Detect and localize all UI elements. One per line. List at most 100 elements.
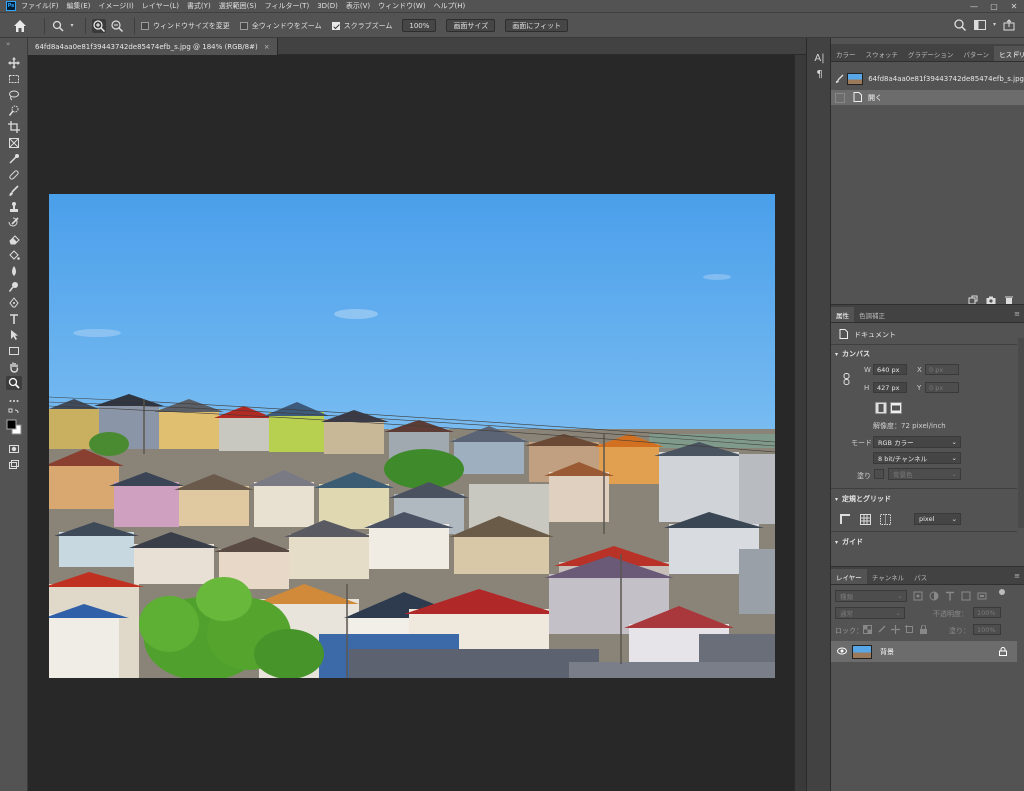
swap-colors-icon[interactable] (6, 408, 22, 416)
zoom-tool-icon[interactable] (6, 376, 22, 390)
zoom-out-icon[interactable] (110, 19, 124, 33)
screen-mode-icon[interactable] (6, 458, 22, 472)
height-field[interactable]: 427 px (873, 382, 907, 393)
menu-select[interactable]: 選択範囲(S) (219, 1, 257, 11)
lock-image-icon[interactable] (877, 625, 886, 634)
scrubby-zoom-checkbox[interactable]: スクラブズーム (331, 21, 392, 31)
close-tab-icon[interactable]: × (264, 43, 270, 51)
orientation-portrait-icon[interactable] (875, 402, 887, 416)
minimize-button[interactable]: — (964, 0, 984, 13)
checkbox-box[interactable] (239, 21, 248, 30)
eyedropper-tool-icon[interactable] (6, 152, 22, 166)
tab-channels[interactable]: チャンネル (867, 569, 909, 584)
menu-help[interactable]: ヘルプ(H) (434, 1, 466, 11)
guides-section-header[interactable]: ▾ ガイド (835, 537, 863, 547)
history-state-open[interactable]: 開く (831, 90, 1024, 105)
fill-swatch[interactable] (874, 469, 884, 479)
document-image[interactable] (49, 194, 775, 678)
bit-depth-dropdown[interactable]: 8 bit/チャンネル ⌄ (873, 452, 961, 464)
paragraph-panel-icon[interactable]: ¶ (813, 68, 826, 81)
blend-mode-dropdown[interactable]: 通常 ⌄ (835, 607, 905, 619)
filter-adjustment-icon[interactable] (929, 591, 939, 601)
history-brush-tool-icon[interactable] (6, 216, 22, 230)
zoom-all-windows-checkbox[interactable]: 全ウィンドウをズーム (239, 21, 322, 31)
lock-artboard-icon[interactable] (905, 625, 914, 634)
tab-layers[interactable]: レイヤー (831, 569, 867, 584)
ruler-unit-dropdown[interactable]: pixel ⌄ (914, 513, 961, 525)
menu-window[interactable]: ウィンドウ(W) (378, 1, 425, 11)
checkbox-box[interactable] (141, 21, 149, 30)
close-window-button[interactable]: ✕ (1004, 0, 1024, 13)
path-selection-tool-icon[interactable] (6, 328, 22, 342)
home-icon[interactable] (12, 18, 28, 34)
width-field[interactable]: 640 px (873, 364, 907, 375)
panel-scrollbar[interactable] (1018, 338, 1024, 528)
dodge-tool-icon[interactable] (6, 280, 22, 294)
layer-row-background[interactable]: 背景 (831, 641, 1017, 662)
foreground-background-color-icon[interactable] (6, 418, 22, 438)
visibility-eye-icon[interactable] (837, 647, 847, 657)
panel-menu-icon[interactable]: ≡ (1014, 49, 1020, 57)
rectangle-tool-icon[interactable] (6, 344, 22, 358)
menu-type[interactable]: 書式(Y) (187, 1, 211, 11)
grid-icon[interactable] (860, 514, 871, 527)
menu-image[interactable]: イメージ(I) (98, 1, 133, 11)
opacity-field[interactable]: 100% (973, 607, 1001, 618)
filter-shape-icon[interactable] (961, 591, 971, 601)
guides-icon[interactable] (880, 514, 891, 527)
tab-adjustments[interactable]: 色調補正 (854, 307, 890, 322)
quick-mask-icon[interactable] (6, 442, 22, 456)
maximize-button[interactable]: ▢ (984, 0, 1004, 13)
menu-file[interactable]: ファイル(F) (21, 1, 59, 11)
lock-all-icon[interactable] (919, 625, 928, 634)
menu-view[interactable]: 表示(V) (346, 1, 370, 11)
resize-windows-checkbox[interactable]: ウィンドウサイズを変更 (141, 21, 230, 31)
eraser-tool-icon[interactable] (6, 232, 22, 246)
chevron-down-icon[interactable]: ▾ (69, 19, 75, 33)
layer-lock-icon[interactable] (999, 647, 1007, 658)
lock-position-icon[interactable] (891, 625, 900, 634)
tab-patterns[interactable]: パターン (958, 46, 994, 61)
pen-tool-icon[interactable] (6, 296, 22, 310)
panel-grip-icon[interactable]: » (6, 40, 10, 48)
menu-3d[interactable]: 3D(D) (317, 2, 338, 10)
fill-field[interactable]: 100% (973, 624, 1001, 635)
tab-paths[interactable]: パス (909, 569, 932, 584)
orientation-landscape-icon[interactable] (890, 402, 902, 416)
crop-tool-icon[interactable] (6, 120, 22, 134)
menu-edit[interactable]: 編集(E) (67, 1, 91, 11)
menu-filter[interactable]: フィルター(T) (265, 1, 310, 11)
link-icon[interactable] (843, 373, 850, 387)
mode-dropdown[interactable]: RGB カラー ⌄ (873, 436, 961, 448)
filter-smart-object-icon[interactable] (977, 591, 987, 601)
search-icon[interactable] (953, 18, 967, 34)
tab-gradients[interactable]: グラデーション (903, 46, 958, 61)
tab-color[interactable]: カラー (831, 46, 861, 61)
blur-tool-icon[interactable] (6, 264, 22, 278)
rulers-icon[interactable] (840, 514, 851, 527)
checkbox-box-checked[interactable] (331, 21, 340, 30)
canvas-vertical-scrollbar[interactable] (794, 55, 806, 791)
fill-dropdown[interactable]: 背景色 ⌄ (888, 468, 961, 480)
filter-pixel-icon[interactable] (913, 591, 923, 601)
fit-screen-button[interactable]: 画面にフィット (505, 19, 569, 32)
history-snapshot[interactable]: 64fd8a4aa0e81f39443742de85474efb_s.jpg (831, 68, 1024, 90)
zoom-tool-preset-icon[interactable] (51, 19, 65, 33)
healing-brush-tool-icon[interactable] (6, 168, 22, 182)
x-field[interactable]: 0 px (925, 364, 959, 375)
workspace-icon[interactable] (973, 18, 987, 34)
more-tools-icon[interactable] (6, 394, 22, 408)
y-field[interactable]: 0 px (925, 382, 959, 393)
character-panel-icon[interactable]: A| (813, 52, 826, 65)
tab-properties[interactable]: 属性 (831, 307, 854, 322)
fit-size-button[interactable]: 画面サイズ (446, 19, 496, 32)
filter-type-icon[interactable] (945, 591, 955, 601)
history-brush-source-icon[interactable] (835, 74, 844, 85)
chevron-down-icon[interactable]: ▾ (993, 18, 996, 34)
document-tab[interactable]: 64fd8a4aa0e81f39443742de85474efb_s.jpg @… (28, 38, 278, 55)
clone-stamp-tool-icon[interactable] (6, 200, 22, 214)
brush-tool-icon[interactable] (6, 184, 22, 198)
hand-tool-icon[interactable] (6, 360, 22, 374)
zoom-100-button[interactable]: 100% (402, 19, 437, 32)
quick-selection-tool-icon[interactable] (6, 104, 22, 118)
